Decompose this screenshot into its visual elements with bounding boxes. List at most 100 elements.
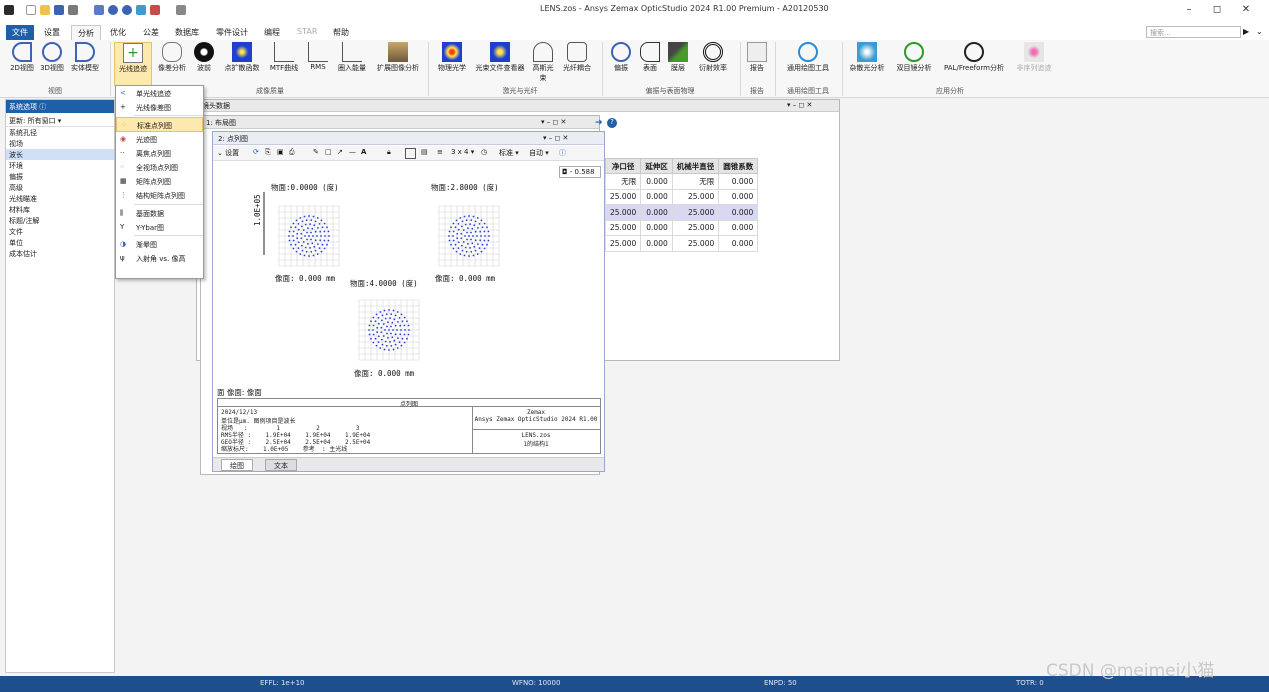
table-cell[interactable]: 25.000	[671, 204, 720, 221]
table-cell[interactable]: 25.000	[604, 188, 642, 205]
sidebar-item-title-notes[interactable]: 标题/注解	[6, 215, 114, 226]
grid-view-icon[interactable]	[405, 148, 416, 159]
tab-file[interactable]: 文件	[6, 25, 34, 40]
column-header[interactable]: 机械半直径	[671, 158, 720, 174]
maximize-button[interactable]: ◻	[1208, 4, 1226, 18]
ray-trace-button[interactable]: + 光线追迹	[114, 42, 152, 86]
sidebar-item-environment[interactable]: 环境	[6, 160, 114, 171]
table-cell[interactable]: 25.000	[671, 235, 720, 252]
tab-part-designer[interactable]: 零件设计	[210, 25, 254, 40]
stray-light-button[interactable]: 杂散光分析	[846, 42, 888, 73]
menu-item-matrix-spot[interactable]: ▦ 矩阵点列图	[116, 174, 203, 188]
customize-icon[interactable]	[176, 5, 186, 15]
print-icon[interactable]	[68, 5, 78, 15]
table-cell[interactable]: 无限	[671, 173, 720, 190]
coatings-button[interactable]: 膜层	[666, 42, 690, 73]
table-cell[interactable]: 0.000	[640, 188, 673, 205]
tab-analyze[interactable]: 分析	[71, 25, 101, 40]
close-button[interactable]: ✕	[1237, 4, 1255, 18]
refresh-icon[interactable]: ⟳	[253, 148, 259, 159]
table-row[interactable]: 25.000 0.000 25.000 0.000	[604, 219, 759, 236]
tab-tolerance[interactable]: 公差	[137, 25, 165, 40]
pencil-icon[interactable]: ✎	[313, 148, 319, 159]
extended-scene-button[interactable]: 扩展图像分析	[373, 42, 423, 73]
sidebar-item-cost-estimator[interactable]: 成本估计	[6, 248, 114, 259]
text-icon[interactable]: A	[361, 148, 366, 159]
arrow-right-icon[interactable]: ➔	[595, 118, 607, 128]
menu-item-through-focus-spot[interactable]: ·· 离焦点列图	[116, 146, 203, 160]
open-file-icon[interactable]	[40, 5, 50, 15]
undo-icon[interactable]	[108, 5, 118, 15]
physical-optics-button[interactable]: 物理光学	[434, 42, 470, 73]
menu-item-standard-spot[interactable]: ⁘ 标准点列图	[116, 117, 203, 132]
chevron-down-icon[interactable]: ⌄	[1256, 27, 1263, 36]
sidebar-item-fields[interactable]: 视场	[6, 138, 114, 149]
tab-help[interactable]: 帮助	[327, 25, 355, 40]
table-cell[interactable]: 25.000	[604, 204, 642, 221]
table-cell[interactable]: 0.000	[640, 173, 673, 190]
stop-icon[interactable]	[150, 5, 160, 15]
table-cell[interactable]: 25.000	[671, 188, 720, 205]
table-cell[interactable]: 0.000	[718, 173, 759, 190]
mtf-button[interactable]: MTF曲线	[267, 42, 301, 73]
arrow-icon[interactable]: ↗	[337, 148, 343, 159]
column-header[interactable]: 净口径	[604, 158, 642, 174]
search-input[interactable]: 搜索...	[1146, 26, 1241, 38]
sidebar-item-ray-aiming[interactable]: 光线瞄准	[6, 193, 114, 204]
sidebar-item-material-catalogs[interactable]: 材料库	[6, 204, 114, 215]
surface-button[interactable]: 表面	[638, 42, 662, 73]
print-icon[interactable]: ⎙	[289, 148, 295, 159]
diffraction-efficiency-button[interactable]: 衍射效率	[694, 42, 732, 73]
lens-data-window-controls[interactable]: ▾ – ◻ ✕	[787, 101, 812, 109]
standard-select[interactable]: 标准 ▾	[499, 148, 519, 159]
layout-3d-button[interactable]: 3D视图	[38, 42, 66, 73]
table-cell[interactable]: 0.000	[640, 204, 673, 221]
encircled-energy-button[interactable]: 圈入能量	[334, 42, 370, 73]
sidebar-item-wavelengths[interactable]: 波长	[6, 149, 114, 160]
new-file-icon[interactable]	[26, 5, 36, 15]
sidebar-item-polarization[interactable]: 偏振	[6, 171, 114, 182]
table-row[interactable]: 无限 0.000 无限 0.000	[604, 173, 759, 190]
column-header[interactable]: 圆锥系数	[718, 158, 759, 174]
beam-file-viewer-button[interactable]: 光束文件查看器	[472, 42, 528, 73]
sidebar-item-aperture[interactable]: 系统孔径	[6, 127, 114, 138]
table-row[interactable]: 25.000 0.000 25.000 0.000	[604, 235, 759, 252]
table-row[interactable]: 25.000 0.000 25.000 0.000	[604, 204, 759, 221]
universal-plot-button[interactable]: 通用绘图工具	[780, 42, 836, 73]
menu-item-single-ray-trace[interactable]: < 单光线追迹	[116, 86, 203, 100]
psf-button[interactable]: 点扩散函数	[220, 42, 264, 73]
table-cell[interactable]: 0.000	[718, 188, 759, 205]
table-cell[interactable]: 25.000	[671, 219, 720, 236]
binocular-button[interactable]: 双目镜分析	[892, 42, 936, 73]
layout-window-controls[interactable]: ▾ – ◻ ✕	[541, 118, 566, 126]
redo-icon[interactable]	[122, 5, 132, 15]
tab-programming[interactable]: 编程	[258, 25, 286, 40]
rms-button[interactable]: RMS	[306, 42, 330, 71]
table-cell[interactable]: 25.000	[604, 219, 642, 236]
grid-size-select[interactable]: 3 x 4 ▾	[451, 148, 474, 159]
shaded-model-button[interactable]: 实体模型	[68, 42, 102, 73]
tab-star[interactable]: STAR	[291, 25, 323, 40]
fiber-coupling-button[interactable]: 光纤耦合	[559, 42, 595, 73]
menu-item-incident-angle[interactable]: ψ 入射角 vs. 像高	[116, 251, 203, 265]
window-icon[interactable]: ▤	[421, 148, 428, 159]
spot-window-controls[interactable]: ▾ – ◻ ✕	[543, 134, 568, 142]
help-icon[interactable]: ?	[607, 118, 617, 128]
sidebar-item-advanced[interactable]: 高级	[6, 182, 114, 193]
menu-item-config-matrix-spot[interactable]: ⋮ 结构矩阵点列图	[116, 188, 203, 202]
table-cell[interactable]: 25.000	[604, 235, 642, 252]
table-cell[interactable]: 0.000	[718, 219, 759, 236]
menu-item-footprint[interactable]: ◉ 光迹图	[116, 132, 203, 146]
table-cell[interactable]: 0.000	[640, 219, 673, 236]
reports-button[interactable]: 报告	[745, 42, 769, 73]
auto-select[interactable]: 自动 ▾	[529, 148, 549, 159]
save-icon[interactable]: ▣	[277, 148, 284, 159]
clock-icon[interactable]: ◷	[481, 148, 487, 159]
save-as-icon[interactable]	[94, 5, 104, 15]
settings-button[interactable]: ⌄ 设置	[217, 148, 239, 159]
save-icon[interactable]	[54, 5, 64, 15]
menu-item-y-ybar[interactable]: Y Y-Ybar图	[116, 220, 203, 234]
polarization-button[interactable]: 偏振	[608, 42, 634, 73]
lock-icon[interactable]: 🔒︎	[387, 148, 391, 159]
tab-setup[interactable]: 设置	[38, 25, 66, 40]
